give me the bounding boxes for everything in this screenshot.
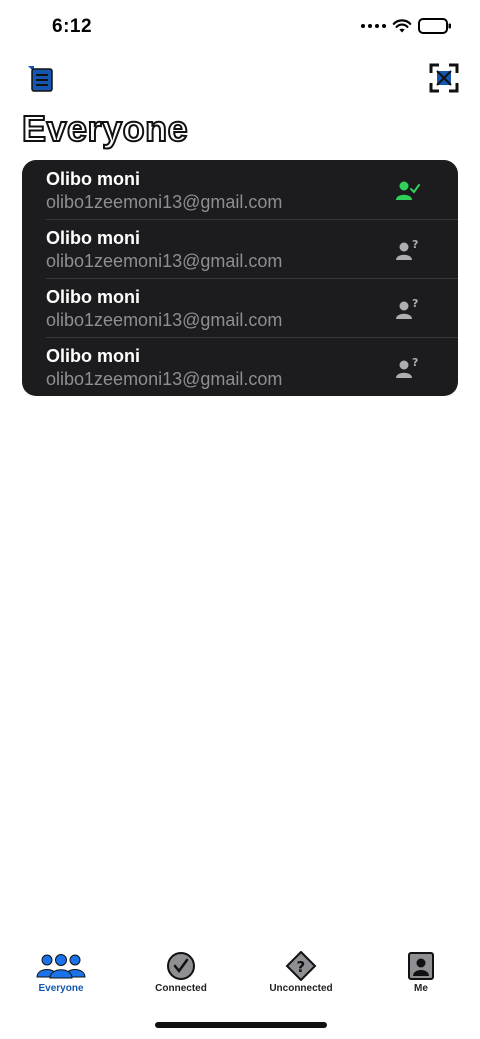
svg-text:?: ?: [297, 958, 306, 976]
contact-list: Olibo moni olibo1zeemoni13@gmail.com Oli…: [22, 160, 458, 396]
person-check-icon: [396, 181, 420, 200]
contact-row[interactable]: Olibo moni olibo1zeemoni13@gmail.com: [22, 160, 458, 219]
person-question-icon: ?: [396, 239, 418, 260]
tab-everyone[interactable]: Everyone: [6, 945, 116, 1005]
checkmark-circle-icon: [167, 952, 195, 980]
question-diamond-icon: ?: [285, 951, 317, 981]
status-bar: 6:12: [0, 0, 480, 56]
contact-email: olibo1zeemoni13@gmail.com: [46, 310, 283, 330]
contact-name: Olibo moni: [46, 228, 140, 248]
contact-row[interactable]: Olibo moni olibo1zeemoni13@gmail.com ?: [22, 337, 458, 396]
svg-text:?: ?: [412, 357, 418, 369]
person-question-icon: ?: [396, 357, 418, 378]
people-icon: [36, 954, 86, 979]
contact-name: Olibo moni: [46, 287, 140, 307]
document-button[interactable]: [24, 62, 56, 94]
contact-email: olibo1zeemoni13@gmail.com: [46, 369, 283, 389]
battery-icon: [418, 18, 451, 34]
qr-scan-button[interactable]: [428, 62, 460, 94]
tab-me[interactable]: Me: [366, 945, 476, 1005]
contact-row[interactable]: Olibo moni olibo1zeemoni13@gmail.com ?: [22, 219, 458, 278]
qr-scan-icon: [429, 63, 459, 93]
tab-label: Everyone: [38, 983, 84, 994]
status-time: 6:12: [52, 16, 93, 37]
document-icon: [28, 66, 53, 92]
cellular-signal-icon: [361, 24, 386, 28]
tab-connected[interactable]: Connected: [126, 945, 236, 1005]
tab-label: Unconnected: [269, 983, 333, 994]
contact-row[interactable]: Olibo moni olibo1zeemoni13@gmail.com ?: [22, 278, 458, 337]
status-icons: [361, 17, 452, 35]
tab-label: Connected: [155, 983, 207, 994]
contact-card-icon: [408, 952, 434, 980]
person-question-icon: ?: [396, 298, 418, 319]
wifi-icon: [392, 19, 412, 33]
home-indicator: [155, 1022, 327, 1028]
svg-text:?: ?: [412, 239, 418, 251]
contact-email: olibo1zeemoni13@gmail.com: [46, 192, 283, 212]
tab-label: Me: [414, 983, 428, 994]
svg-text:?: ?: [412, 298, 418, 310]
contact-name: Olibo moni: [46, 169, 140, 189]
contact-name: Olibo moni: [46, 346, 140, 366]
page-title: Everyone: [21, 107, 189, 150]
tab-unconnected[interactable]: ? Unconnected: [246, 945, 356, 1005]
contact-email: olibo1zeemoni13@gmail.com: [46, 251, 283, 271]
